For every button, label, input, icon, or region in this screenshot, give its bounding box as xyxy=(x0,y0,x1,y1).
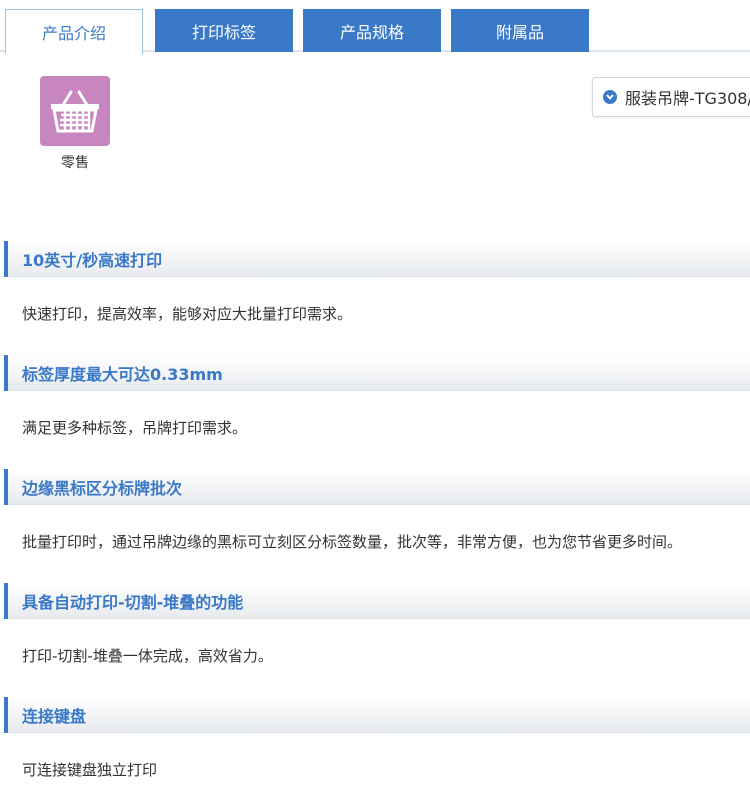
section-heading: 具备自动打印-切割-堆叠的功能 xyxy=(4,582,750,619)
section-title: 具备自动打印-切割-堆叠的功能 xyxy=(22,592,244,612)
section-heading: 10英寸/秒高速打印 xyxy=(4,240,750,277)
shopping-basket-icon xyxy=(51,90,99,133)
section-body: 快速打印，提高效率，能够对应大批量打印需求。 xyxy=(22,305,353,323)
section-body: 批量打印时，通过吊牌边缘的黑标可立刻区分标签数量，批次等，非常方便，也为您节省更… xyxy=(22,533,683,551)
tab-bar: 产品介绍 打印标签 产品规格 附属品 xyxy=(0,0,750,54)
section-body: 可连接键盘独立打印 xyxy=(22,761,158,779)
section-title: 连接键盘 xyxy=(22,706,87,726)
retail-category-tile[interactable] xyxy=(40,76,110,146)
section-heading: 连接键盘 xyxy=(4,696,750,733)
accent-bar xyxy=(4,696,8,733)
chevron-down-circle-icon xyxy=(603,90,617,104)
section-title: 标签厚度最大可达0.33mm xyxy=(22,364,223,384)
product-model-dropdown[interactable]: 服装吊牌-TG308/ xyxy=(592,77,750,117)
section-title: 10英寸/秒高速打印 xyxy=(22,250,163,270)
accent-bar xyxy=(4,354,8,391)
tab-print-labels[interactable]: 打印标签 xyxy=(155,9,293,52)
accent-bar xyxy=(4,240,8,277)
accent-bar xyxy=(4,468,8,505)
accent-bar xyxy=(4,582,8,619)
section-heading: 边缘黑标区分标牌批次 xyxy=(4,468,750,505)
section-heading: 标签厚度最大可达0.33mm xyxy=(4,354,750,391)
tab-product-intro[interactable]: 产品介绍 xyxy=(5,9,143,54)
section-body: 打印-切割-堆叠一体完成，高效省力。 xyxy=(22,647,273,665)
section-body: 满足更多种标签，吊牌打印需求。 xyxy=(22,419,248,437)
tab-accessories[interactable]: 附属品 xyxy=(451,9,589,52)
section-title: 边缘黑标区分标牌批次 xyxy=(22,478,183,498)
tab-product-specs[interactable]: 产品规格 xyxy=(303,9,441,52)
dropdown-value: 服装吊牌-TG308/ xyxy=(625,89,750,108)
category-label: 零售 xyxy=(61,155,89,171)
